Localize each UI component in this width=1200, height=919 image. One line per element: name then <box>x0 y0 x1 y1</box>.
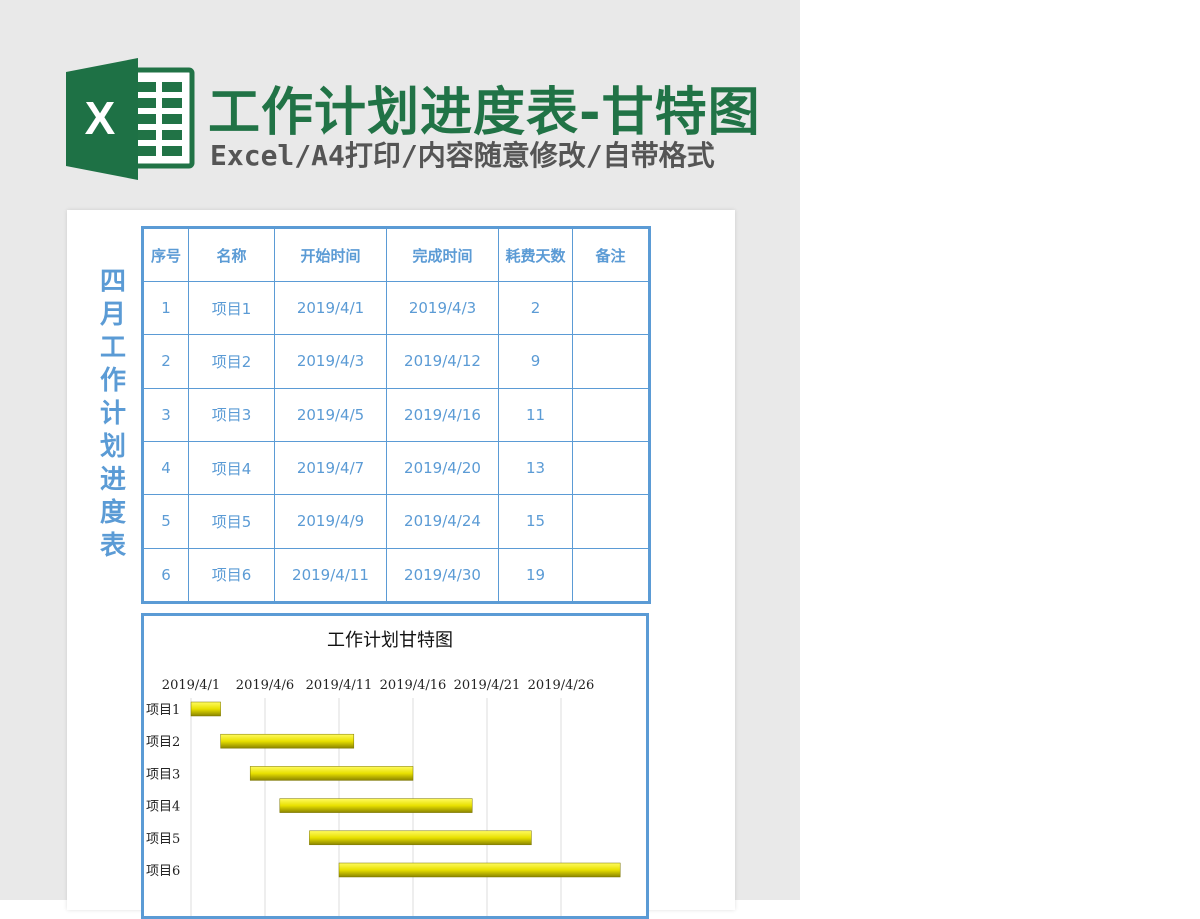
column-header[interactable]: 备注 <box>572 227 650 282</box>
table-cell[interactable] <box>572 334 650 389</box>
gantt-bar[interactable] <box>220 733 355 749</box>
page-subtitle: Excel/A4打印/内容随意修改/自带格式 <box>210 139 715 172</box>
table-cell[interactable]: 2 <box>498 280 573 336</box>
table-cell[interactable]: 15 <box>498 494 573 549</box>
side-title-char: 作 <box>99 366 126 396</box>
x-tick-label: 2019/4/6 <box>236 678 294 693</box>
table-cell[interactable]: 2019/4/24 <box>386 494 499 549</box>
excel-logo-icon: X <box>66 58 195 180</box>
gantt-bar[interactable] <box>249 766 414 781</box>
table-row: 5 项目5 2019/4/9 2019/4/24 15 <box>142 494 650 549</box>
gantt-bar[interactable] <box>279 798 473 813</box>
gantt-chart: 工作计划甘特图 2019/4/1 2019/4/6 2019/4/11 2019/4/… <box>141 613 649 919</box>
side-title-char: 月 <box>99 300 126 330</box>
table-cell[interactable] <box>572 387 650 442</box>
gantt-bar[interactable] <box>338 862 621 878</box>
category-label: 项目3 <box>146 767 180 782</box>
table-cell[interactable] <box>572 280 650 336</box>
table-cell[interactable]: 4 <box>142 440 189 496</box>
chart-title: 工作计划甘特图 <box>327 630 453 651</box>
category-label: 项目6 <box>146 864 180 879</box>
side-title-char: 四 <box>99 267 126 297</box>
table-cell[interactable] <box>572 440 650 496</box>
table-cell[interactable]: 2019/4/3 <box>386 280 499 336</box>
excel-logo-letter: X <box>85 92 116 144</box>
table-cell[interactable]: 1 <box>142 280 189 336</box>
side-title-char: 工 <box>99 333 126 363</box>
table-cell[interactable]: 3 <box>142 387 189 442</box>
table-cell[interactable]: 项目6 <box>188 547 275 604</box>
plan-table: 序号 名称 开始时间 完成时间 耗费天数 备注 1 项目1 2019/4/1 2… <box>141 226 651 604</box>
side-title-char: 计 <box>99 399 126 429</box>
side-title-char: 度 <box>99 498 126 528</box>
table-cell[interactable]: 2 <box>142 334 189 389</box>
side-title: 四 月 工 作 计 划 进 度 表 <box>96 266 130 563</box>
column-header[interactable]: 开始时间 <box>274 227 387 282</box>
category-label: 项目1 <box>146 703 180 718</box>
table-cell[interactable]: 19 <box>498 547 573 604</box>
gantt-bar[interactable] <box>309 830 532 846</box>
category-label: 项目5 <box>146 832 180 847</box>
side-title-char: 表 <box>99 531 126 561</box>
gantt-chart-svg: 工作计划甘特图 2019/4/1 2019/4/6 2019/4/11 2019/4/… <box>146 630 621 916</box>
table-cell[interactable] <box>572 547 650 604</box>
side-title-char: 进 <box>99 465 126 495</box>
table-cell[interactable] <box>572 494 650 549</box>
table-cell[interactable]: 项目1 <box>188 280 275 336</box>
x-tick-label: 2019/4/1 <box>162 678 220 693</box>
table-cell[interactable]: 13 <box>498 440 573 496</box>
table-row: 2 项目2 2019/4/3 2019/4/12 9 <box>142 334 650 389</box>
table-cell[interactable]: 11 <box>498 387 573 442</box>
table-row: 6 项目6 2019/4/11 2019/4/30 19 <box>142 547 650 604</box>
table-row: 4 项目4 2019/4/7 2019/4/20 13 <box>142 440 650 496</box>
table-cell[interactable]: 2019/4/16 <box>386 387 499 442</box>
table-cell[interactable]: 项目4 <box>188 440 275 496</box>
x-tick-label: 2019/4/26 <box>528 678 595 693</box>
table-row: 1 项目1 2019/4/1 2019/4/3 2 <box>142 280 650 336</box>
table-cell[interactable]: 2019/4/12 <box>386 334 499 389</box>
column-header[interactable]: 名称 <box>188 227 275 282</box>
table-cell[interactable]: 项目2 <box>188 334 275 389</box>
category-label: 项目2 <box>146 735 180 750</box>
x-tick-label: 2019/4/16 <box>380 678 447 693</box>
category-label: 项目4 <box>146 800 180 815</box>
table-cell[interactable]: 2019/4/7 <box>274 440 387 496</box>
table-cell[interactable]: 2019/4/20 <box>386 440 499 496</box>
table-cell[interactable]: 项目5 <box>188 494 275 549</box>
table-cell[interactable]: 5 <box>142 494 189 549</box>
table-cell[interactable]: 2019/4/3 <box>274 334 387 389</box>
gantt-bar[interactable] <box>190 701 221 717</box>
x-tick-label: 2019/4/21 <box>454 678 521 693</box>
table-row: 3 项目3 2019/4/5 2019/4/16 11 <box>142 387 650 442</box>
column-header[interactable]: 序号 <box>142 227 189 282</box>
table-cell[interactable]: 2019/4/1 <box>274 280 387 336</box>
table-cell[interactable]: 9 <box>498 334 573 389</box>
table-cell[interactable]: 2019/4/30 <box>386 547 499 604</box>
table-cell[interactable]: 2019/4/11 <box>274 547 387 604</box>
table-cell[interactable]: 项目3 <box>188 387 275 442</box>
table-cell[interactable]: 6 <box>142 547 189 604</box>
table-cell[interactable]: 2019/4/5 <box>274 387 387 442</box>
table-header-row: 序号 名称 开始时间 完成时间 耗费天数 备注 <box>142 227 650 282</box>
x-tick-label: 2019/4/11 <box>306 678 373 693</box>
side-title-char: 划 <box>99 432 126 462</box>
column-header[interactable]: 耗费天数 <box>498 227 573 282</box>
table-cell[interactable]: 2019/4/9 <box>274 494 387 549</box>
column-header[interactable]: 完成时间 <box>386 227 499 282</box>
